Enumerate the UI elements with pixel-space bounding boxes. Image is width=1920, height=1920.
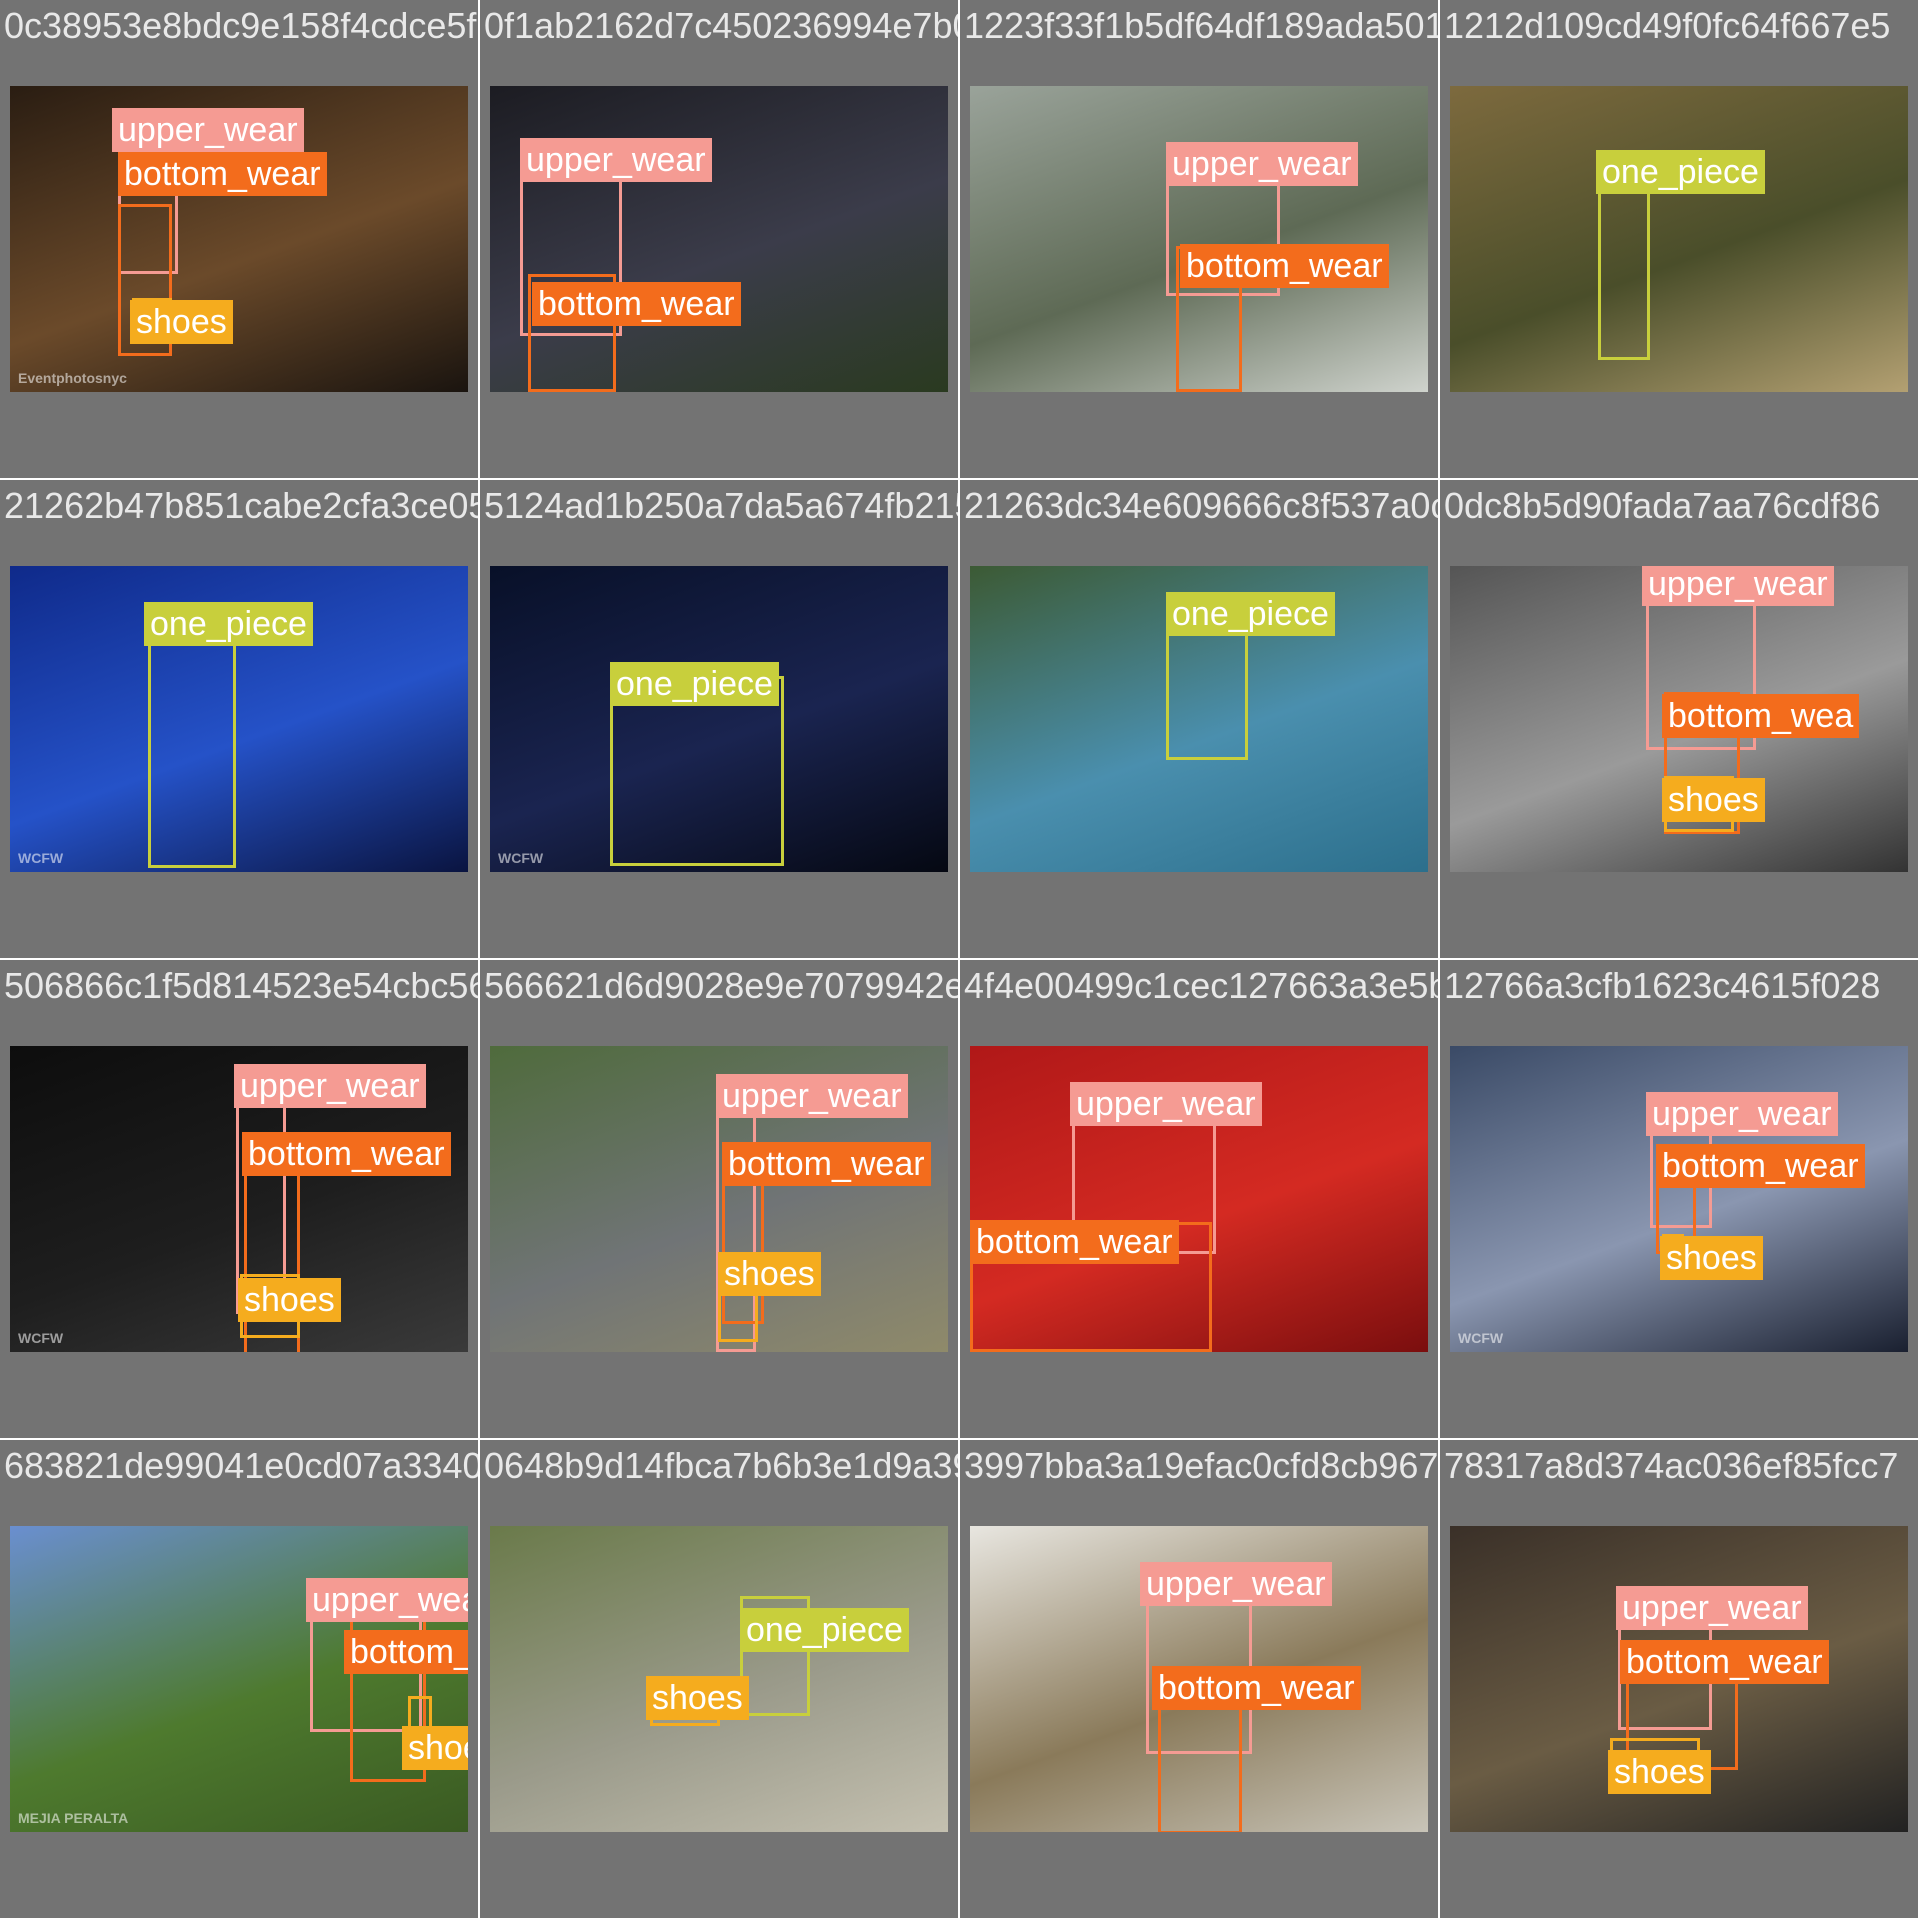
upper-wear-label: upper_wear: [1616, 1586, 1808, 1630]
tile-filename: 0648b9d14fbca7b6b3e1d9a3997bba3a19efac0c…: [484, 1445, 958, 1486]
tile-filename: 0f1ab2162d7c450236994e7b032a7337a.jpg: [484, 5, 958, 46]
image-tile: 506866c1f5d814523e54cbc56656d7c4b028e9e7…: [0, 960, 478, 1438]
tile-photo: one_pieceshoes: [490, 1526, 948, 1832]
shoes-label: shoes: [718, 1252, 821, 1296]
photo-watermark: WCFW: [18, 1330, 64, 1346]
tile-filename: 21263dc34e609666c8f537a0c6858b70.jpg: [964, 485, 1438, 526]
upper-wear-label: upper_wear: [112, 108, 304, 152]
tile-filename: 1223f33f1b5df64df189ada5012a2d209d.jpg: [964, 5, 1438, 46]
shoes-label: shoes: [130, 300, 233, 344]
upper-wear-label: upper_wear: [1070, 1082, 1262, 1126]
tile-filename: 12766a3cfb1623c4615f028: [1444, 965, 1881, 1006]
upper-wear-label: upper_wear: [520, 138, 712, 182]
bottom-wear-label: bottom_wear: [344, 1630, 468, 1674]
one-piece-label: one_piece: [144, 602, 313, 646]
tile-photo: upper_wear bottom_wear: [970, 1046, 1428, 1352]
tile-filename: 4f4e00499c1cec127663a3e5b1623c4615f028: [964, 965, 1438, 1006]
shoes-label: shoes: [646, 1676, 749, 1720]
image-tile: 78317a8d374ac036ef85fcc7 upper_wearbottom…: [1440, 1440, 1918, 1918]
tile-photo: upper_wear bottom_wearshoes: [1450, 1526, 1908, 1832]
bottom-wear-label: bottom_wear: [1152, 1666, 1361, 1710]
tile-filename: 1212d109cd49f0fc64f667e5: [1444, 5, 1891, 46]
image-tile: 1212d109cd49f0fc64f667e5 one_piece: [1440, 0, 1918, 478]
upper-wear-label: upper_wear: [306, 1578, 468, 1622]
tile-filename: 3997bba3a19efac0cfd8cb96783217a8d374ac03…: [964, 1445, 1438, 1486]
tile-photo: upper_wear bottom_wear: [490, 86, 948, 392]
bottom-wear-label: bottom_wear: [970, 1220, 1179, 1264]
bottom-wear-label: bottom_wea: [1662, 694, 1860, 738]
tile-photo: one_piece: [1450, 86, 1908, 392]
tile-filename: 21262b47b851cabe2cfa3ce05d2c4adf2.jpg: [4, 485, 478, 526]
upper-wear-label: upper_wear: [1140, 1562, 1332, 1606]
image-tile: 0648b9d14fbca7b6b3e1d9a3997bba3a19efac0c…: [480, 1440, 958, 1918]
shoes-label: shoes: [1608, 1750, 1711, 1794]
photo-watermark: WCFW: [1458, 1330, 1504, 1346]
tile-photo: MEJIA PERALTA upper_wear bottom_wearshoes: [10, 1526, 468, 1832]
upper-wear-label: upper_wear: [1646, 1092, 1838, 1136]
tile-filename: 566621d6d9028e9e7079942e4e7407148.jpg: [484, 965, 958, 1006]
bottom-wear-label: bottom_wear: [722, 1142, 931, 1186]
one-piece-bounding-box: [148, 632, 236, 868]
tile-filename: 506866c1f5d814523e54cbc56656d7c4b028e9e7…: [4, 965, 478, 1006]
tile-photo: upper_wear bottom_wear: [970, 1526, 1428, 1832]
photo-watermark: Eventphotosnyc: [18, 370, 127, 386]
shoes-label: shoes: [1660, 1236, 1763, 1280]
tile-photo: WCFW one_piece: [490, 566, 948, 872]
upper-wear-label: upper_wear: [234, 1064, 426, 1108]
bottom-wear-label: bottom_wear: [1180, 244, 1389, 288]
image-tile: 4f4e00499c1cec127663a3e5b1623c4615f028 up…: [960, 960, 1438, 1438]
image-tile: 21262b47b851cabe2cfa3ce05d2c4adf2.jpg WCF…: [0, 480, 478, 958]
image-tile: 0f1ab2162d7c450236994e7b032a7337a.jpg upp…: [480, 0, 958, 478]
bottom-wear-label: bottom_wear: [532, 282, 741, 326]
bottom-wear-label: bottom_wear: [1620, 1640, 1829, 1684]
image-tile: 0c38953e8bdc9e158f4cdce5f7ab5252.jpg Even…: [0, 0, 478, 478]
tile-photo: upper_wear bottom_weashoes: [1450, 566, 1908, 872]
tile-photo: WCFW upper_wear bottom_wearshoes: [1450, 1046, 1908, 1352]
photo-watermark: MEJIA PERALTA: [18, 1810, 129, 1826]
tile-photo: WCFW one_piece: [10, 566, 468, 872]
tile-filename: 683821de99041e0cd07a334064bfd14fbca7b6b3…: [4, 1445, 478, 1486]
tile-photo: upper_wear bottom_wearshoes: [490, 1046, 948, 1352]
photo-background: [1450, 86, 1908, 392]
photo-watermark: WCFW: [498, 850, 544, 866]
tile-filename: 0dc8b5d90fada7aa76cdf86: [1444, 485, 1881, 526]
image-tile: 0dc8b5d90fada7aa76cdf86 upper_wear bottom_…: [1440, 480, 1918, 958]
photo-watermark: WCFW: [18, 850, 64, 866]
bottom-wear-label: bottom_wear: [1656, 1144, 1865, 1188]
image-grid: 0c38953e8bdc9e158f4cdce5f7ab5252.jpg Even…: [0, 0, 1920, 1920]
one-piece-label: one_piece: [1166, 592, 1335, 636]
shoes-label: shoes: [1662, 778, 1765, 822]
tile-photo: upper_wear bottom_wear: [970, 86, 1428, 392]
image-tile: 12766a3cfb1623c4615f028 WCFW upper_wearbot…: [1440, 960, 1918, 1438]
one-piece-label: one_piece: [610, 662, 779, 706]
image-tile: 5124ad1b250a7da5a674fb2153b134a0609.jpg W…: [480, 480, 958, 958]
tile-filename: 0c38953e8bdc9e158f4cdce5f7ab5252.jpg: [4, 5, 478, 46]
tile-photo: WCFW upper_wear bottom_wearshoes: [10, 1046, 468, 1352]
image-tile: 21263dc34e609666c8f537a0c6858b70.jpg one_…: [960, 480, 1438, 958]
upper-wear-label: upper_wear: [1166, 142, 1358, 186]
shoes-label: shoes: [402, 1726, 468, 1770]
image-tile: 1223f33f1b5df64df189ada5012a2d209d.jpg up…: [960, 0, 1438, 478]
image-tile: 566621d6d9028e9e7079942e4e7407148.jpg upp…: [480, 960, 958, 1438]
tile-photo: one_piece: [970, 566, 1428, 872]
upper-wear-label: upper_wear: [716, 1074, 908, 1118]
image-tile: 683821de99041e0cd07a334064bfd14fbca7b6b3…: [0, 1440, 478, 1918]
tile-filename: 78317a8d374ac036ef85fcc7: [1444, 1445, 1899, 1486]
image-tile: 3997bba3a19efac0cfd8cb96783217a8d374ac03…: [960, 1440, 1438, 1918]
bottom-wear-label: bottom_wear: [242, 1132, 451, 1176]
one-piece-label: one_piece: [740, 1608, 909, 1652]
tile-filename: 5124ad1b250a7da5a674fb2153b134a0609.jpg: [484, 485, 958, 526]
tile-photo: Eventphotosnyc upper_wear bottom_wearshoes: [10, 86, 468, 392]
one-piece-label: one_piece: [1596, 150, 1765, 194]
bottom-wear-label: bottom_wear: [118, 152, 327, 196]
upper-wear-label: upper_wear: [1642, 566, 1834, 606]
shoes-label: shoes: [238, 1278, 341, 1322]
one-piece-bounding-box: [1598, 180, 1650, 360]
shoes-bounding-box: [408, 1696, 432, 1730]
